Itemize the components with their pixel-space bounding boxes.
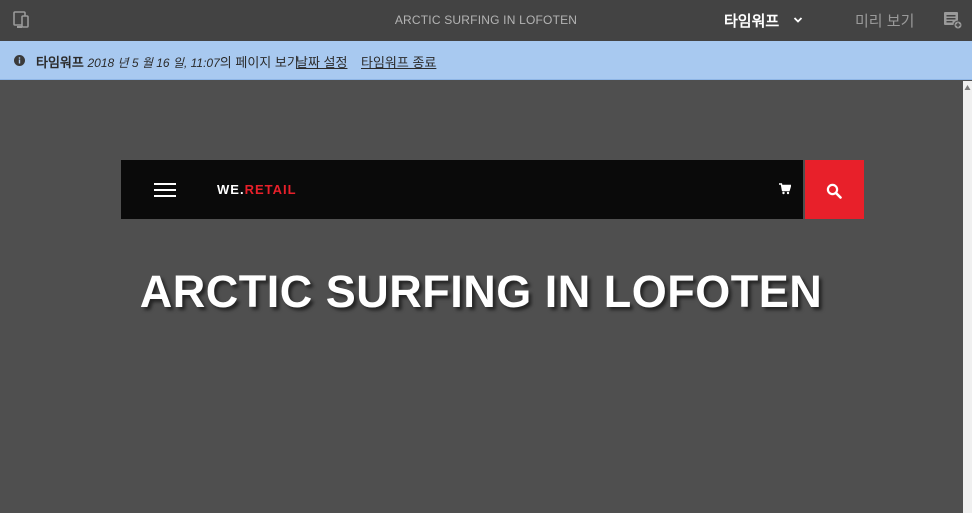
hamburger-menu-icon[interactable] bbox=[154, 183, 176, 197]
banner-message: 타임워프 2018 년 5 월 16 일, 11:07의 페이지 보기 bbox=[36, 52, 299, 71]
page-title: ARCTIC SURFING IN LOFOTEN bbox=[394, 13, 578, 27]
scroll-up-arrow-icon[interactable] bbox=[964, 83, 971, 93]
logo-retail: RETAIL bbox=[244, 182, 297, 197]
logo-we: WE. bbox=[217, 182, 245, 197]
chevron-down-icon bbox=[794, 17, 803, 23]
editor-toolbar: ARCTIC SURFING IN LOFOTEN 타임워프 미리 보기 bbox=[0, 0, 972, 41]
banner-suffix: 의 페이지 보기 bbox=[219, 55, 299, 70]
site-navbar: WE.RETAIL bbox=[121, 160, 803, 219]
set-date-link[interactable]: 날짜 설정 bbox=[296, 52, 347, 71]
info-icon bbox=[14, 55, 25, 66]
search-button[interactable] bbox=[805, 160, 864, 219]
banner-date: 2018 년 5 월 16 일, 11:07 bbox=[87, 56, 220, 70]
timewarp-banner: 타임워프 2018 년 5 월 16 일, 11:07의 페이지 보기 날짜 설… bbox=[0, 41, 972, 80]
mode-selector[interactable]: 타임워프 bbox=[724, 9, 803, 31]
hero-title: ARCTIC SURFING IN LOFOTEN bbox=[139, 266, 823, 317]
annotation-icon[interactable] bbox=[943, 10, 963, 30]
banner-mode-name: 타임워프 bbox=[36, 55, 84, 70]
vertical-scrollbar[interactable] bbox=[963, 81, 972, 513]
preview-button[interactable]: 미리 보기 bbox=[855, 10, 914, 31]
cart-icon[interactable] bbox=[779, 183, 791, 195]
search-icon bbox=[826, 183, 842, 199]
site-logo[interactable]: WE.RETAIL bbox=[217, 182, 297, 197]
exit-timewarp-link[interactable]: 타임워프 종료 bbox=[361, 52, 436, 71]
mode-selector-label: 타임워프 bbox=[724, 12, 780, 30]
